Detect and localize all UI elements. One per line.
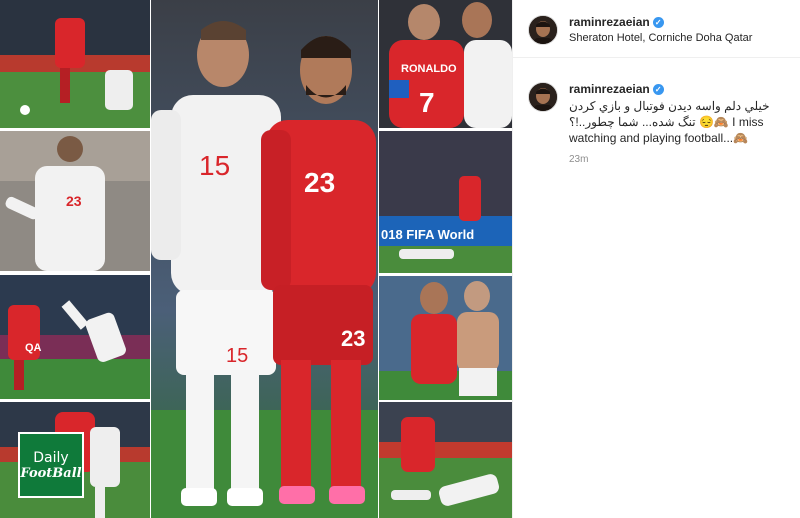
jersey-name-ronaldo: RONALDO (401, 63, 457, 75)
jersey-number-15: 15 (199, 150, 230, 181)
caption-avatar[interactable] (528, 82, 558, 112)
post-username[interactable]: raminrezaeian ✓ (569, 15, 664, 29)
photo-tile-center: 15 15 23 23 (151, 0, 378, 518)
caption-username[interactable]: raminrezaeian ✓ (569, 82, 664, 96)
jersey-number-23: 23 (304, 167, 335, 198)
shorts-number-15: 15 (226, 345, 248, 367)
caption-username-text[interactable]: raminrezaeian (569, 82, 650, 96)
logo-line-1: Daily (33, 449, 69, 466)
photo-tile-left-1 (0, 0, 150, 128)
post-media-collage[interactable]: 23 QA 15 15 23 23 RONALDO 7 018 FIFA Wor… (0, 0, 512, 518)
post-header: raminrezaeian ✓ Sheraton Hotel, Corniche … (513, 0, 800, 58)
shorts-number-23: 23 (341, 326, 365, 351)
photo-tile-right-2: 018 FIFA World (379, 131, 512, 273)
daily-football-logo: Daily FootBall (18, 432, 84, 498)
photo-tile-right-1: RONALDO 7 (379, 0, 512, 128)
post-side-panel: raminrezaeian ✓ Sheraton Hotel, Corniche … (512, 0, 800, 518)
logo-line-2: FootBall (20, 465, 82, 481)
svg-text:QA: QA (25, 342, 42, 354)
avatar[interactable] (528, 15, 558, 45)
post-timestamp[interactable]: 23m (569, 154, 588, 165)
verified-badge-icon: ✓ (652, 17, 664, 29)
svg-text:23: 23 (66, 193, 82, 209)
caption-text: خيلي دلم واسه ديدن فوتبال و بازي كردن تن… (569, 99, 770, 145)
fifa-banner-text: 018 FIFA World (381, 227, 474, 242)
username-text[interactable]: raminrezaeian (569, 15, 650, 29)
photo-tile-right-3 (379, 276, 512, 400)
verified-badge-icon: ✓ (652, 84, 664, 96)
photo-tile-left-2: 23 (0, 131, 150, 271)
jersey-number-7: 7 (419, 87, 435, 118)
photo-tile-right-4 (379, 402, 512, 518)
post-location[interactable]: Sheraton Hotel, Corniche Doha Qatar (569, 32, 752, 44)
photo-tile-left-3: QA (0, 275, 150, 399)
